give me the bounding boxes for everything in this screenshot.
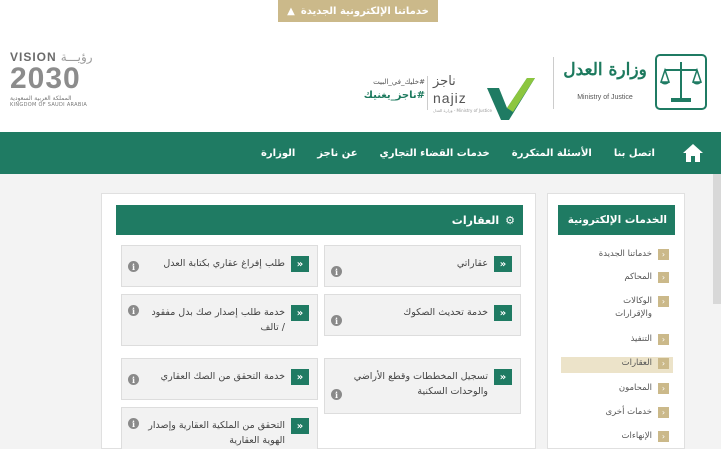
sidebar-item-label: خدماتنا الجديدة <box>598 249 652 259</box>
najiz-check-icon <box>487 78 535 120</box>
sidebar-item-terminations[interactable]: ‹ الإنهاءات <box>561 430 673 443</box>
nav-item-faq[interactable]: الأسئلة المتكررة <box>501 148 603 159</box>
chevron-left-icon: ‹ <box>658 407 669 418</box>
sidebar-item-label: التنفيذ <box>630 334 652 344</box>
chevron-left-icon: ‹ <box>658 249 669 260</box>
top-banner: خدماتنا الإلكترونية الجديدة ▲ <box>0 0 721 22</box>
moj-logo[interactable]: وزارة العدل Ministry of Justice <box>553 52 713 132</box>
double-chevron-icon: » <box>291 418 309 434</box>
info-icon[interactable]: i <box>128 374 139 385</box>
eservices-sidebar: الخدمات الإلكترونية ‹ خدماتنا الجديدة ‹ … <box>547 193 685 449</box>
service-card-label: عقاراتي <box>456 258 488 269</box>
service-card-label: تسجيل المخططات وقطع الأراضي والوحدات الس… <box>353 371 488 397</box>
chevron-left-icon: ‹ <box>658 358 669 369</box>
sidebar-item-label: خدمات أخرى <box>605 407 652 417</box>
service-card-label: التحقق من الملكية العقارية وإصدار الهوية… <box>148 420 285 446</box>
double-chevron-icon: » <box>291 369 309 385</box>
chevron-left-icon: ‹ <box>658 383 669 394</box>
page-scrollbar[interactable] <box>713 174 721 304</box>
service-card-label: خدمة تحديث الصكوك <box>403 307 488 318</box>
chevron-left-icon: ‹ <box>658 296 669 307</box>
sidebar-item-label: المحامون <box>618 383 652 393</box>
moj-title-ar: وزارة العدل <box>563 60 647 80</box>
double-chevron-icon: » <box>494 256 512 272</box>
nav-item-contact[interactable]: اتصل بنا <box>603 148 666 159</box>
service-card-label: خدمة التحقق من الصك العقاري <box>160 371 285 382</box>
service-card-label: طلب إفراغ عقاري بكتابة العدل <box>163 258 285 269</box>
sidebar-item-label: الوكالات والإقرارات <box>615 296 652 319</box>
cogs-icon: ⚙ <box>505 213 515 227</box>
double-chevron-icon: » <box>291 256 309 272</box>
double-chevron-icon: » <box>494 305 512 321</box>
service-card-verify-deed[interactable]: » خدمة التحقق من الصك العقاري i <box>121 358 318 400</box>
nav-items: الوزارة عن ناجز خدمات القضاء التجاري الأ… <box>250 132 666 174</box>
service-card-label: خدمة طلب إصدار صك بدل مفقود / تالف <box>151 307 285 333</box>
home-icon[interactable] <box>681 141 705 165</box>
service-card-replacement-deed[interactable]: » خدمة طلب إصدار صك بدل مفقود / تالف i <box>121 294 318 346</box>
main-nav: الوزارة عن ناجز خدمات القضاء التجاري الأ… <box>0 132 721 174</box>
chevron-left-icon: ‹ <box>658 334 669 345</box>
sidebar-item-courts[interactable]: ‹ المحاكم <box>561 271 673 284</box>
service-card-property-transfer[interactable]: » طلب إفراغ عقاري بكتابة العدل i <box>121 245 318 287</box>
moj-title-en: Ministry of Justice <box>577 94 633 101</box>
sidebar-item-lawyers[interactable]: ‹ المحامون <box>561 382 673 395</box>
panel-header: ⚙ العقارات <box>116 205 523 235</box>
sidebar-item-agencies[interactable]: ‹ الوكالات والإقرارات <box>561 295 673 321</box>
sidebar-item-execution[interactable]: ‹ التنفيذ <box>561 333 673 346</box>
nav-item-about-najiz[interactable]: عن ناجز <box>306 148 368 159</box>
double-chevron-icon: » <box>494 369 512 385</box>
najiz-brand-en: najiz <box>433 90 467 106</box>
nav-item-ministry[interactable]: الوزارة <box>250 148 306 159</box>
info-icon[interactable]: i <box>331 266 342 277</box>
info-icon[interactable]: i <box>128 305 139 316</box>
sidebar-item-other-services[interactable]: ‹ خدمات أخرى <box>561 406 673 419</box>
site-header: VISION رؤيـــة 2030 المملكة العربية السعو… <box>0 22 721 132</box>
sidebar-item-label: العقارات <box>621 358 652 368</box>
najiz-tagline-main: #ناجز_يغنيك <box>363 90 425 101</box>
kingdom-ar: المملكة العربية السعودية <box>10 95 72 102</box>
sidebar-item-label: المحاكم <box>624 272 652 282</box>
service-card-my-properties[interactable]: » عقاراتي i <box>324 245 521 287</box>
chevron-left-icon: ‹ <box>658 272 669 283</box>
info-icon[interactable]: i <box>128 418 139 429</box>
sidebar-item-real-estate[interactable]: ‹ العقارات <box>561 357 673 373</box>
nav-item-commercial-services[interactable]: خدمات القضاء التجاري <box>369 148 501 159</box>
sidebar-item-new-services[interactable]: ‹ خدماتنا الجديدة <box>561 248 673 261</box>
service-card-verify-ownership[interactable]: » التحقق من الملكية العقارية وإصدار الهو… <box>121 407 318 449</box>
najiz-brand-ar: ناجز <box>433 74 456 89</box>
info-icon[interactable]: i <box>331 315 342 326</box>
najiz-brand: ناجز najiz وزارة العدل - Ministry of Jus… <box>433 72 535 122</box>
najiz-divider <box>427 76 428 110</box>
double-chevron-icon: » <box>291 305 309 321</box>
kingdom-en: KINGDOM OF SAUDI ARABIA <box>10 102 88 108</box>
service-card-update-deeds[interactable]: » خدمة تحديث الصكوك i <box>324 294 521 336</box>
vision-year: 2030 <box>10 62 81 95</box>
service-card-register-plans[interactable]: » تسجيل المخططات وقطع الأراضي والوحدات ا… <box>324 358 521 414</box>
sidebar-item-label: الإنهاءات <box>621 431 652 441</box>
real-estate-panel: ⚙ العقارات » عقاراتي i » خدمة تحديث الصك… <box>101 193 536 449</box>
info-icon[interactable]: i <box>128 261 139 272</box>
new-services-label: خدماتنا الإلكترونية الجديدة <box>300 5 429 17</box>
moj-divider <box>553 57 554 109</box>
info-icon[interactable]: i <box>331 389 342 400</box>
panel-title: العقارات <box>451 213 500 227</box>
chevron-left-icon: ‹ <box>658 431 669 442</box>
najiz-logo[interactable]: #خليك_في_البيت #ناجز_يغنيك ناجز najiz وز… <box>355 72 535 127</box>
new-services-tab[interactable]: خدماتنا الإلكترونية الجديدة ▲ <box>278 0 438 22</box>
chevron-up-icon: ▲ <box>287 5 295 17</box>
najiz-tagline-small: #خليك_في_البيت <box>373 78 425 86</box>
sidebar-title: الخدمات الإلكترونية <box>558 205 675 235</box>
scales-emblem-icon <box>655 54 707 110</box>
vision-2030-logo: VISION رؤيـــة 2030 المملكة العربية السعو… <box>10 50 110 120</box>
